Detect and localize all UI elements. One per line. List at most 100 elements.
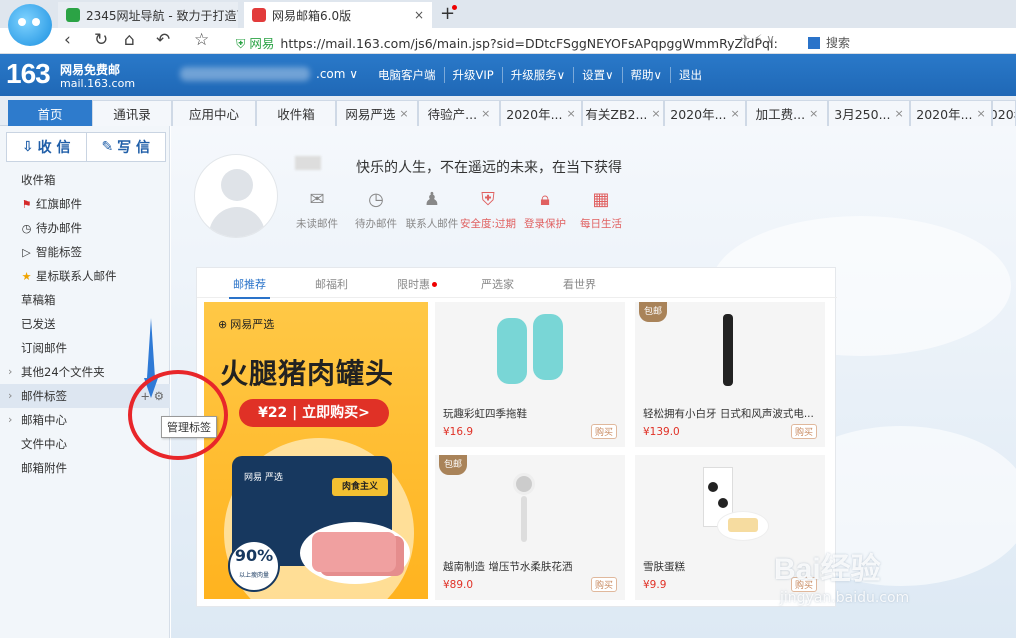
buy-button[interactable]: 购买 [590,424,617,439]
tab-limited[interactable]: 限时惠 [397,276,437,292]
sidebar-item-inbox[interactable]: 收件箱 [0,168,170,192]
pencil-icon: ✎ [101,139,114,155]
tab-contacts[interactable]: 通讯录 [92,100,172,126]
cake-image [635,455,825,550]
receive-button[interactable]: ⇩ 收 信 [7,133,86,161]
tab-recommend[interactable]: 邮推荐 [229,276,270,299]
envelope-icon: ✉ [309,189,325,210]
undo-icon[interactable]: ↶ [156,30,170,50]
mail-logo[interactable]: 163 [6,58,51,90]
close-tab-icon[interactable]: × [651,107,660,120]
sidebar-item-starred-contacts[interactable]: ★ 星标联系人邮件 [0,264,170,288]
tab-mail[interactable]: 2020年... × [910,100,992,126]
sidebar-item-label: 其他24个文件夹 [21,365,105,379]
banner-buy-button[interactable]: ¥22 | 立即购买> [239,399,389,427]
chevron-right-icon[interactable]: › [8,360,12,384]
mail-header: 163 网易免费邮 mail.163.com .com ∨ 电脑客户端 升级VI… [0,54,1016,96]
top-nav-upgrade[interactable]: 升级服务∨ [501,67,573,83]
tab-mail[interactable]: 网易严选 × [336,100,418,126]
browser-logo-icon[interactable] [8,4,52,46]
top-nav-vip[interactable]: 升级VIP [443,67,502,83]
url-tools-icon[interactable]: ✈ ⚡ ∨ [740,32,775,46]
clock-icon: ◷ [21,222,32,235]
tab-home[interactable]: 首页 [8,100,92,126]
tab-label: 加工费... [755,107,806,122]
product-card[interactable]: 玩趣彩虹四季拖鞋 ¥16.9 购买 [435,302,625,447]
promo-banner[interactable]: 网易严选 火腿猪肉罐头 ¥22 | 立即购买> 网易 严选 肉食主义 90% 以… [204,302,428,599]
tab-benefits[interactable]: 邮福利 [315,276,348,292]
product-name: 玩趣彩虹四季拖鞋 [443,408,527,420]
tab-label: 待验产... [427,107,478,122]
product-card[interactable]: 包邮 轻松拥有小白牙 日式和风声波式电... ¥139.0 购买 [635,302,825,447]
close-tab-icon[interactable]: × [481,107,490,120]
product-price: ¥9.9 [643,579,667,591]
url-text: https://mail.163.com/js6/main.jsp?sid=DD… [280,36,778,51]
tab-app-center[interactable]: 应用中心 [172,100,256,126]
account-menu[interactable]: .com ∨ [316,67,358,81]
quick-daily-life[interactable]: ▦ 每日生活 [569,190,633,231]
tab-label: 首页 [37,107,63,122]
quick-login-protect[interactable]: 🔒︎ 登录保护 [513,190,577,231]
chevron-right-icon[interactable]: › [8,408,12,432]
refresh-icon[interactable]: ↻ [94,30,108,50]
top-nav-client[interactable]: 电脑客户端 [370,67,444,83]
close-tab-icon[interactable]: × [567,107,576,120]
tab-label: 网易严选 [345,107,396,122]
tab-inbox[interactable]: 收件箱 [256,100,336,126]
sidebar-item-smart-tags[interactable]: ▷ 智能标签 [0,240,170,264]
product-name: 越南制造 增压节水柔肤花洒 [443,561,573,573]
sidebar-item-label: 红旗邮件 [36,197,82,211]
quick-unread[interactable]: ✉ 未读邮件 [285,190,349,231]
tab-mail[interactable]: 3月250... × [828,100,910,126]
sidebar-item-flagged[interactable]: ⚑ 红旗邮件 [0,192,170,216]
baidu-watermark: Bai经验 jingyan.baidu.com [774,544,909,606]
top-nav-help[interactable]: 帮助∨ [621,67,670,83]
avatar[interactable] [194,154,278,238]
home-icon[interactable]: ⌂ [124,30,135,50]
bookmark-star-icon[interactable]: ☆ [194,30,209,50]
browser-search-box[interactable]: 搜索 [808,34,850,51]
sidebar-item-label: 收件箱 [21,173,56,187]
buy-button[interactable]: 购买 [590,577,617,592]
product-price: ¥89.0 [443,579,474,591]
browser-tab-2345[interactable]: 2345网址导航 - 致力于打造百 [58,2,238,28]
browser-tab-title: 网易邮箱6.0版 [272,8,352,23]
chevron-right-icon[interactable]: › [8,384,12,408]
close-tab-icon[interactable]: × [809,107,818,120]
buy-button[interactable]: 购买 [790,424,817,439]
sidebar-item-drafts[interactable]: 草稿箱 [0,288,170,312]
quick-security[interactable]: ⛨ 安全度:过期 [456,190,520,231]
quick-link-label: 登录保护 [524,218,566,230]
close-tab-icon[interactable]: × [414,8,424,22]
lean-meat-badge: 90% 以上瘦肉量 [228,540,280,592]
mail-logo-text: 网易免费邮 mail.163.com [60,64,135,91]
tab-world[interactable]: 看世界 [563,276,596,292]
product-card[interactable]: 包邮 越南制造 增压节水柔肤花洒 ¥89.0 购买 [435,455,625,600]
tab-mail[interactable]: 有关ZB2... × [582,100,664,126]
quick-contacts[interactable]: ♟ 联系人邮件 [400,190,464,231]
top-nav-settings[interactable]: 设置∨ [573,67,621,83]
netease-favicon-icon [252,8,266,22]
tab-yanxuan[interactable]: 严选家 [481,276,514,292]
tab-mail[interactable]: 待验产... × [418,100,500,126]
top-nav-logout[interactable]: 退出 [669,67,710,83]
sidebar-item-attachments[interactable]: 邮箱附件 [0,456,170,480]
address-bar: ‹ ↻ ⌂ ↶ ☆ ⛨ 网易 https://mail.163.com/js6/ma… [0,28,1016,54]
tab-mail[interactable]: 2020年... × [664,100,746,126]
tab-mail[interactable]: 2020年... × [500,100,582,126]
free-shipping-badge: 包邮 [439,455,467,475]
back-icon[interactable]: ‹ [64,30,71,50]
tab-mail[interactable]: 2020年 [992,100,1016,126]
browser-tab-mail[interactable]: 网易邮箱6.0版 × [244,2,432,28]
close-tab-icon[interactable]: × [895,107,904,120]
close-tab-icon[interactable]: × [977,107,986,120]
url-site-label: 网易 [249,36,275,51]
quick-todo[interactable]: ◷ 待办邮件 [344,190,408,231]
tab-mail[interactable]: 加工费... × [746,100,828,126]
sidebar-item-todo[interactable]: ◷ 待办邮件 [0,216,170,240]
compose-button[interactable]: ✎ 写 信 [85,133,166,161]
url-field[interactable]: ⛨ 网易 https://mail.163.com/js6/main.jsp?sid… [236,33,778,52]
close-tab-icon[interactable]: × [731,107,740,120]
close-tab-icon[interactable]: × [399,107,408,120]
redacted-account-name [180,67,310,81]
